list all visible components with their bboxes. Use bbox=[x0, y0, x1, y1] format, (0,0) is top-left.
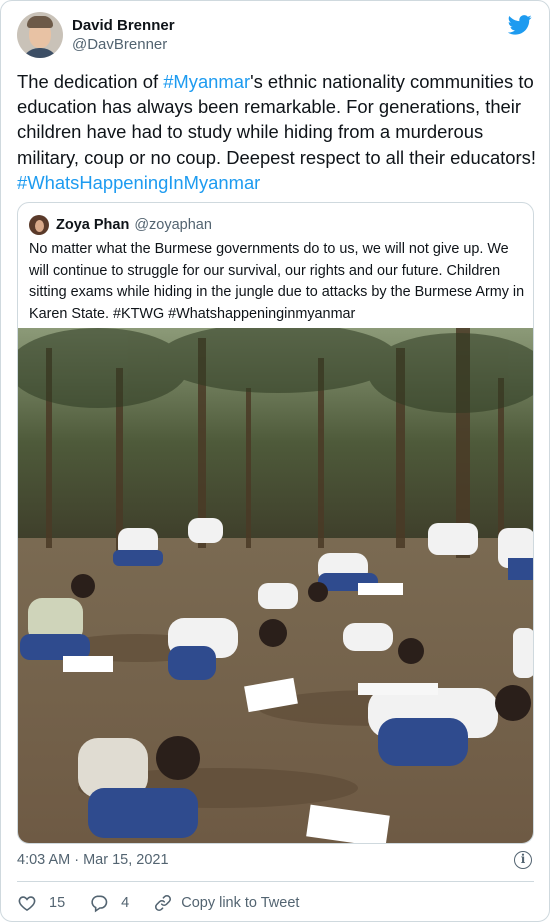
reply-count: 4 bbox=[121, 895, 130, 911]
tweet-card: David Brenner @DavBrenner The dedication… bbox=[0, 0, 550, 922]
author-handle[interactable]: @DavBrenner bbox=[72, 35, 175, 54]
tweet-text-part: The dedication of bbox=[17, 71, 164, 92]
link-icon bbox=[155, 895, 172, 911]
tweet-text: The dedication of #Myanmar's ethnic nati… bbox=[17, 69, 539, 195]
quoted-handle: @zoyaphan bbox=[134, 217, 212, 233]
author-display-name[interactable]: David Brenner bbox=[72, 16, 175, 35]
hashtag-link[interactable]: #Myanmar bbox=[163, 71, 250, 92]
avatar[interactable] bbox=[17, 12, 63, 58]
copy-link-label: Copy link to Tweet bbox=[181, 895, 300, 911]
like-count: 15 bbox=[49, 895, 66, 911]
divider bbox=[17, 881, 534, 882]
like-button[interactable]: 15 bbox=[17, 893, 65, 913]
action-bar: 15 4 Copy link to Tweet bbox=[17, 893, 323, 913]
twitter-bird-icon[interactable] bbox=[508, 15, 532, 35]
copy-link-button[interactable]: Copy link to Tweet bbox=[153, 893, 299, 913]
author-names: David Brenner @DavBrenner bbox=[72, 16, 175, 54]
quoted-text: No matter what the Burmese governments d… bbox=[29, 241, 525, 322]
info-icon[interactable]: i bbox=[514, 851, 532, 869]
quoted-tweet[interactable]: Zoya Phan @zoyaphan No matter what the B… bbox=[17, 202, 534, 844]
reply-button[interactable]: 4 bbox=[89, 893, 129, 913]
quoted-display-name: Zoya Phan bbox=[56, 217, 130, 233]
hashtag-link[interactable]: #WhatsHappeningInMyanmar bbox=[17, 172, 260, 193]
heart-icon bbox=[18, 896, 36, 912]
quoted-photo[interactable] bbox=[18, 328, 534, 844]
tweet-timestamp[interactable]: 4:03 AM · Mar 15, 2021 bbox=[17, 852, 169, 868]
quoted-avatar bbox=[29, 215, 49, 235]
author-header[interactable]: David Brenner @DavBrenner bbox=[17, 12, 175, 58]
quoted-author-header: Zoya Phan @zoyaphan bbox=[29, 215, 212, 235]
reply-icon bbox=[91, 895, 108, 913]
